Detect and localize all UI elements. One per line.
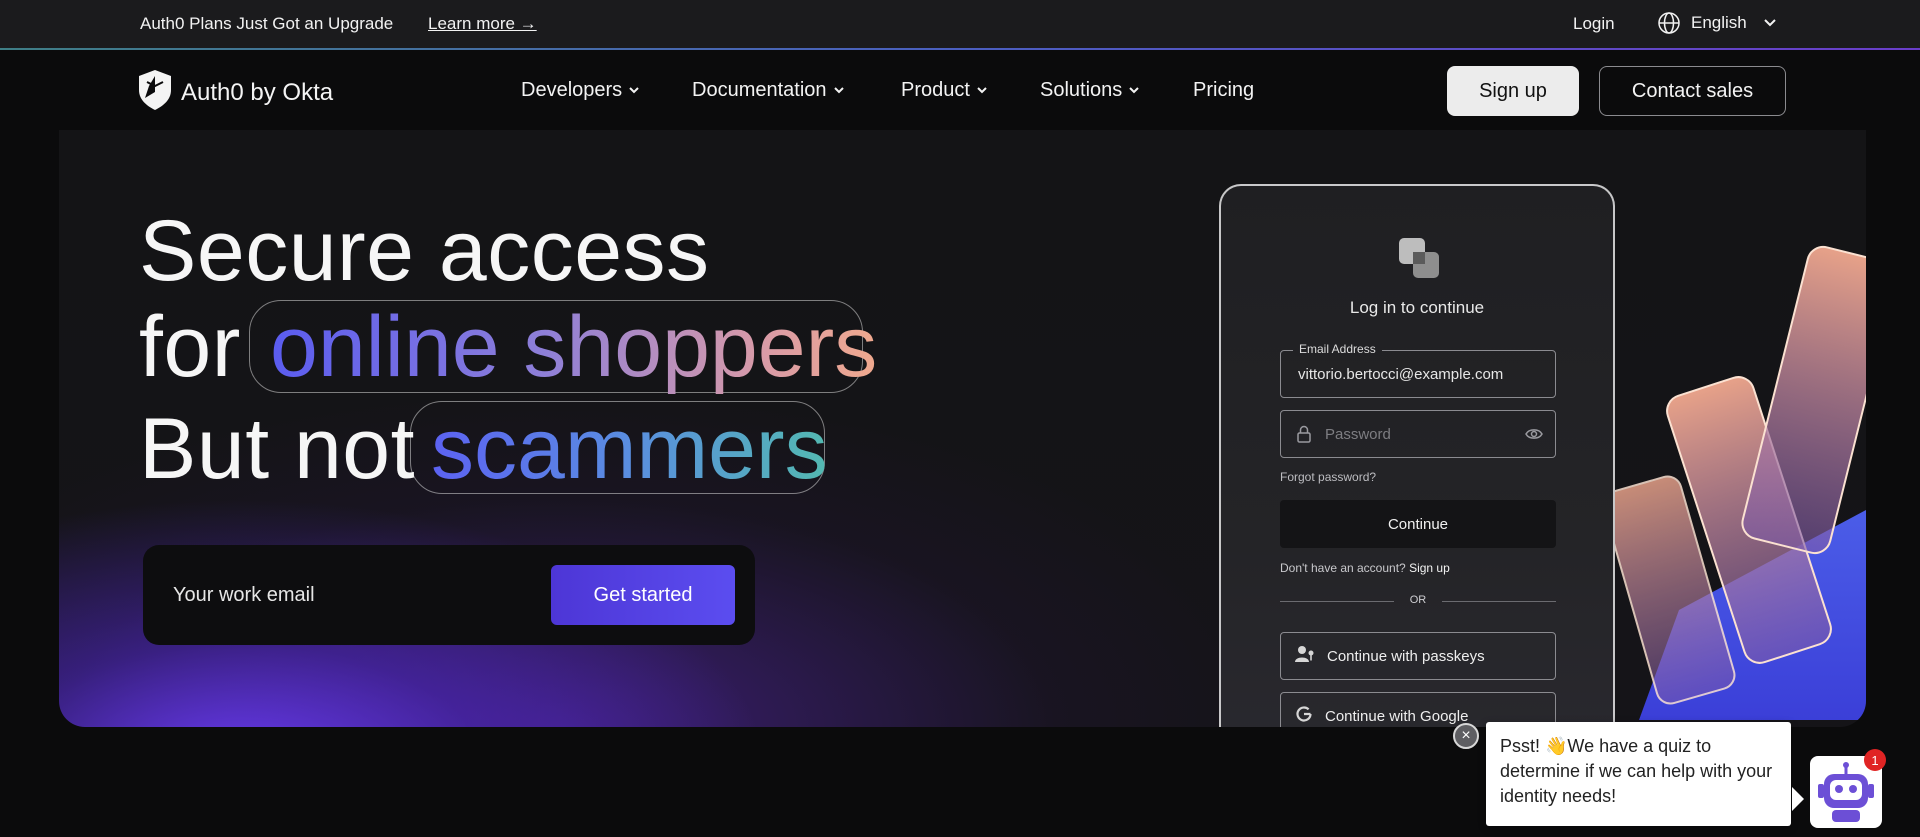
lock-icon <box>1296 425 1312 448</box>
divider-line <box>1442 601 1556 602</box>
passkeys-button[interactable]: Continue with passkeys <box>1280 632 1556 680</box>
chat-close-button[interactable]: × <box>1453 723 1479 749</box>
login-link[interactable]: Login <box>1573 14 1615 34</box>
nav-developers[interactable]: Developers <box>521 79 640 102</box>
chevron-down-icon <box>628 79 640 102</box>
login-card-mockup: Log in to continue Email Address vittori… <box>1219 184 1615 727</box>
nav-product[interactable]: Product <box>901 79 988 102</box>
get-started-button[interactable]: Get started <box>551 565 735 625</box>
notification-badge: 1 <box>1864 749 1886 771</box>
passkey-icon <box>1295 645 1315 667</box>
language-label: English <box>1691 13 1747 32</box>
hero-headline-line1: Secure access <box>139 203 710 299</box>
email-field-label: Email Address <box>1293 342 1382 356</box>
chevron-down-icon <box>833 79 845 102</box>
hero-section: Secure access for online shoppers But no… <box>59 130 1866 727</box>
nav-label: Product <box>901 79 970 101</box>
main-nav: Auth0 by Okta Developers Documentation P… <box>0 50 1920 130</box>
nav-documentation[interactable]: Documentation <box>692 79 845 102</box>
no-account-label: Don't have an account? <box>1280 561 1406 575</box>
google-icon <box>1295 705 1313 727</box>
nav-label: Developers <box>521 79 623 101</box>
nav-solutions[interactable]: Solutions <box>1040 79 1140 102</box>
forgot-password-link[interactable]: Forgot password? <box>1280 470 1376 484</box>
login-title: Log in to continue <box>1349 298 1485 317</box>
chevron-down-icon <box>1128 79 1140 102</box>
chat-bubble-pointer <box>1792 787 1804 811</box>
hero-highlight-scammers: scammers <box>431 401 828 497</box>
nav-pricing[interactable]: Pricing <box>1193 79 1254 102</box>
auth0-logo[interactable]: Auth0 by Okta <box>139 70 333 115</box>
hero-highlight-shoppers: online shoppers <box>270 299 878 395</box>
robot-icon <box>1810 762 1882 832</box>
chat-message-bubble[interactable]: Psst! 👋We have a quiz to determine if we… <box>1486 722 1791 826</box>
password-placeholder: Password <box>1325 426 1391 443</box>
email-field-value: vittorio.bertocci@example.com <box>1298 366 1504 383</box>
chevron-down-icon <box>1763 16 1777 30</box>
nav-label: Pricing <box>1193 79 1255 101</box>
signup-button[interactable]: Sign up <box>1447 66 1579 116</box>
password-field[interactable]: Password <box>1280 410 1556 458</box>
hero-headline-line3-prefix: But not <box>139 401 416 497</box>
nav-label: Solutions <box>1040 79 1123 101</box>
decorative-cards <box>1602 245 1866 720</box>
nav-label: Documentation <box>692 79 827 101</box>
email-field[interactable]: Email Address vittorio.bertocci@example.… <box>1280 342 1556 398</box>
continue-button[interactable]: Continue <box>1280 500 1556 548</box>
or-label: OR <box>1409 594 1427 606</box>
eye-icon[interactable] <box>1525 427 1543 446</box>
contact-sales-button[interactable]: Contact sales <box>1599 66 1786 116</box>
email-signup-form: Get started <box>143 545 755 645</box>
signup-link[interactable]: Sign up <box>1409 561 1450 575</box>
shield-icon <box>139 70 171 115</box>
or-divider: OR <box>1280 594 1556 608</box>
learn-more-link[interactable]: Learn more → <box>428 14 537 34</box>
logo-text: Auth0 by Okta <box>181 78 334 106</box>
hero-headline-line2-prefix: for <box>139 299 241 395</box>
globe-icon <box>1657 11 1681 35</box>
no-account-text: Don't have an account? Sign up <box>1280 561 1450 575</box>
announcement-text: Auth0 Plans Just Got an Upgrade <box>140 14 394 33</box>
work-email-input[interactable] <box>143 545 523 645</box>
passkeys-label: Continue with passkeys <box>1327 647 1485 665</box>
chevron-down-icon <box>976 79 988 102</box>
language-selector[interactable]: English <box>1657 11 1777 35</box>
app-logo-icon <box>1397 236 1441 285</box>
announcement-bar: Auth0 Plans Just Got an Upgrade Learn mo… <box>0 0 1920 49</box>
google-label: Continue with Google <box>1325 707 1469 725</box>
